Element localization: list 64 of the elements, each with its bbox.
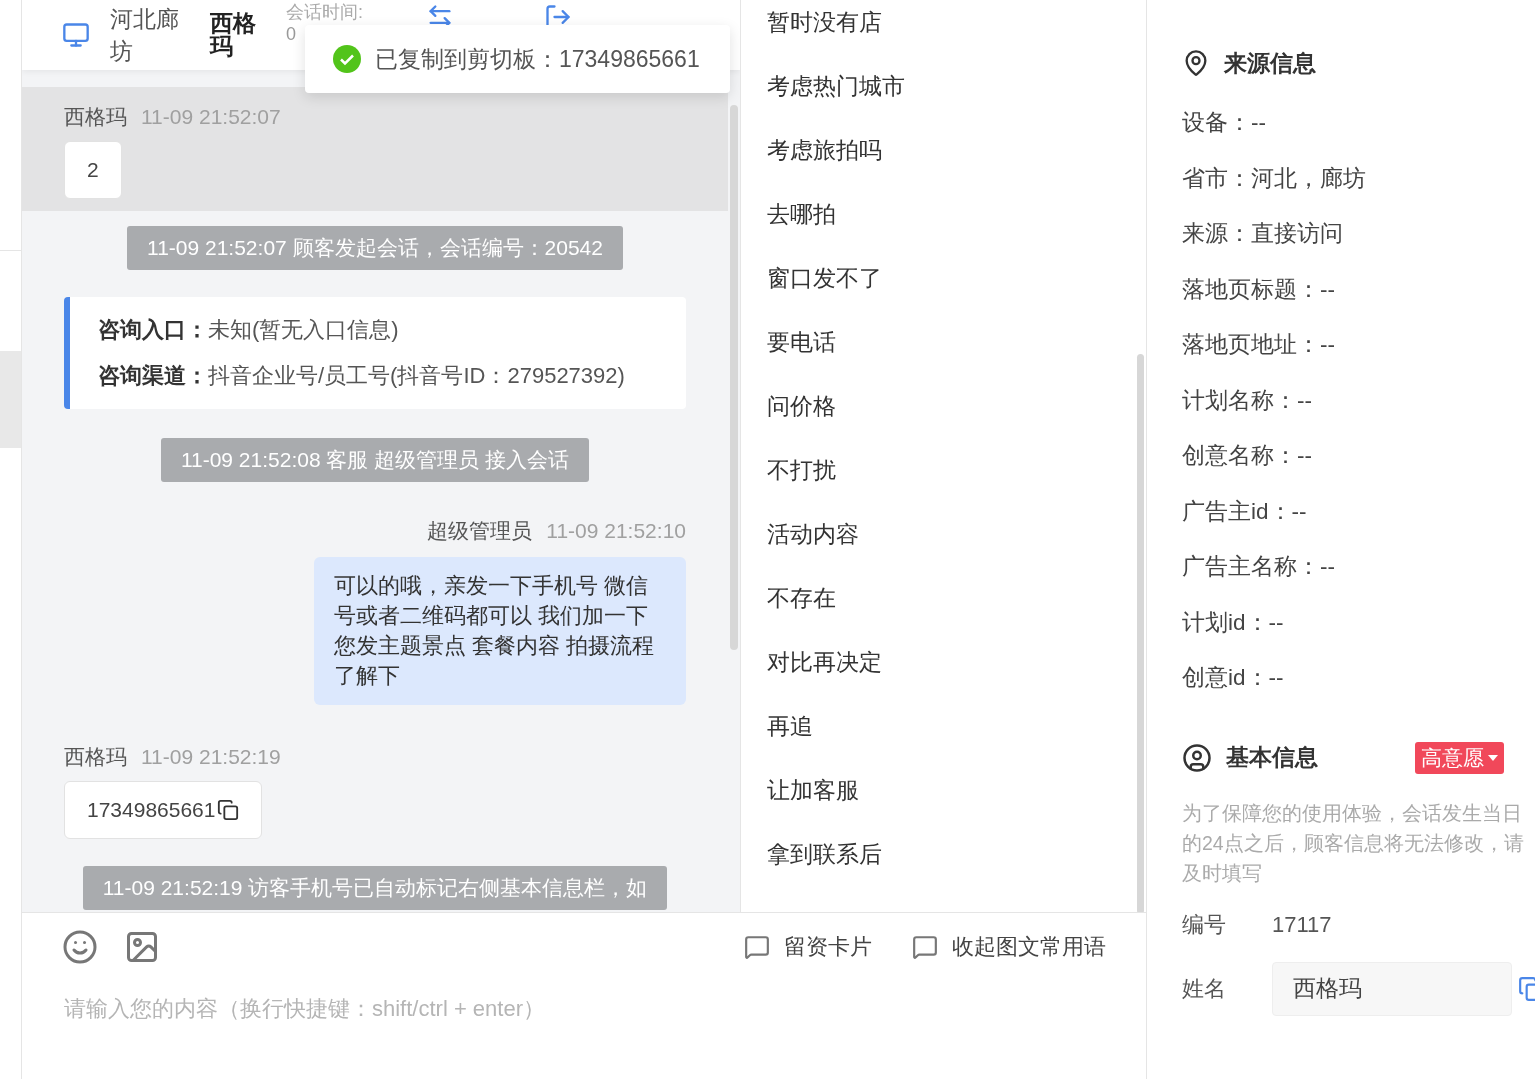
source-field: 计划id：-- [1182, 606, 1535, 662]
message-time: 11-09 21:52:07 [141, 105, 281, 129]
quick-reply-item[interactable]: 要电话 [767, 310, 1146, 374]
message-time: 11-09 21:52:19 [141, 745, 281, 769]
notice-text: 为了保障您的使用体验，会话发生当日的24点之后，顾客信息将无法修改，请及时填写 [1182, 800, 1525, 886]
customer-number: 17117 [1272, 911, 1332, 938]
composer-tool[interactable]: 留资卡片 [744, 932, 872, 962]
image-icon[interactable] [124, 929, 160, 965]
quick-reply-item[interactable]: 窗口发不了 [767, 246, 1146, 310]
message-text: 17349865661 [87, 798, 216, 822]
entry-info-line: 咨询渠道：抖音企业号/员工号(抖音号ID：279527392) [98, 362, 626, 390]
system-notice: 11-09 21:52:08 客服 超级管理员 接入会话 [160, 438, 590, 482]
system-notice: 11-09 21:52:07 顾客发起会话，会话编号：20542 [127, 226, 623, 270]
quick-reply-item[interactable]: 活动内容 [767, 502, 1146, 566]
message-input[interactable]: 请输入您的内容（换行快捷键：shift/ctrl + enter） [62, 995, 966, 1023]
sender-name: 西格玛 [64, 744, 127, 770]
composer-tool[interactable]: 收起图文常用语 [912, 932, 1106, 962]
source-field: 省市：河北，廊坊 [1182, 162, 1535, 218]
field-label: 姓名 [1182, 974, 1227, 1003]
toast-message: 已复制到剪切板：17349865661 [375, 44, 700, 74]
copy-icon[interactable] [217, 799, 240, 821]
quick-reply-item[interactable]: 问价格 [767, 374, 1146, 438]
source-field: 落地页地址：-- [1182, 329, 1535, 385]
section-title: 基本信息 [1226, 743, 1319, 772]
message-time: 11-09 21:52:10 [546, 519, 686, 543]
intent-tag[interactable]: 高意愿 [1415, 741, 1504, 774]
source-field: 广告主名称：-- [1182, 551, 1535, 607]
quick-reply-item[interactable]: 暂时没有店 [767, 0, 1146, 54]
source-field: 计划名称：-- [1182, 384, 1535, 440]
source-field: 设备：-- [1182, 107, 1535, 163]
entry-info-line: 咨询入口：未知(暂无入口信息) [98, 316, 400, 344]
source-field: 创意名称：-- [1182, 440, 1535, 496]
quick-reply-item[interactable]: 不打扰 [767, 438, 1146, 502]
field-label: 编号 [1182, 910, 1227, 939]
session-time-label: 会话时间: [286, 1, 363, 23]
caret-icon [1488, 754, 1498, 761]
quick-reply-item[interactable]: 去哪拍 [767, 182, 1146, 246]
monitor-icon [62, 21, 90, 49]
source-field: 落地页标题：-- [1182, 273, 1535, 329]
quick-reply-item[interactable]: 对比再决定 [767, 630, 1146, 694]
quick-reply-item[interactable]: 考虑旅拍吗 [767, 118, 1146, 182]
check-circle-icon [333, 45, 361, 73]
source-field: 创意id：-- [1182, 662, 1535, 718]
section-title: 来源信息 [1224, 48, 1317, 78]
source-field: 广告主id：-- [1182, 495, 1535, 551]
quick-reply-item[interactable]: 再追 [767, 694, 1146, 758]
agent-message: 可以的哦，亲发一下手机号 微信号或者二维码都可以 我们加一下您发主题景点 套餐内容 拍摄流程了解下 [314, 557, 686, 705]
scrollbar-thumb[interactable] [1137, 354, 1144, 912]
message-text: 2 [87, 158, 99, 182]
quick-reply-item[interactable]: 让加客服 [767, 758, 1146, 822]
scrollbar-thumb[interactable] [730, 105, 738, 650]
sender-name: 西格玛 [64, 104, 127, 130]
quick-reply-item[interactable]: 拿到联系后 [767, 822, 1146, 886]
user-circle-icon [1182, 742, 1212, 773]
system-notice: 11-09 21:52:19 访客手机号已自动标记右侧基本信息栏，如 [82, 866, 668, 910]
session-time-value: 0 [286, 23, 296, 45]
quick-reply-item[interactable]: 不存在 [767, 566, 1146, 630]
name-field[interactable]: 西格玛 [1272, 961, 1512, 1016]
sender-name: 超级管理员 [427, 518, 533, 544]
customer-name: 西格玛 [210, 12, 257, 58]
quick-reply-item[interactable]: 考虑热门城市 [767, 54, 1146, 118]
customer-location: 河北廊坊 [110, 4, 180, 66]
source-field: 来源：直接访问 [1182, 218, 1535, 274]
emoji-icon[interactable] [62, 929, 98, 965]
